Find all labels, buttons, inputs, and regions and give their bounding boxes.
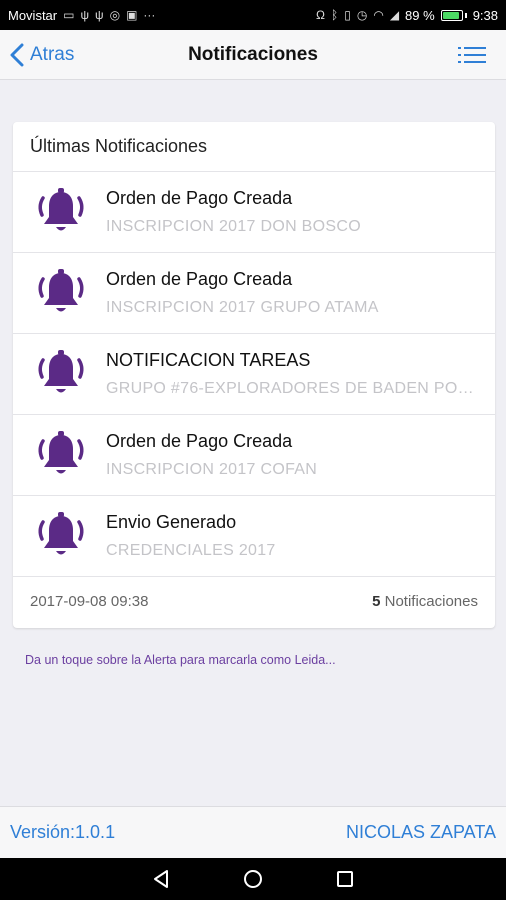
usb-icon: ψ (80, 8, 90, 22)
vibrate-icon: ▯ (344, 8, 351, 22)
more-icon: ··· (143, 8, 156, 22)
notification-title: Orden de Pago Creada (106, 431, 293, 451)
page-title: Notificaciones (188, 43, 318, 65)
notification-title: NOTIFICACION TAREAS (106, 350, 311, 370)
wifi-icon: ◠ (373, 8, 384, 22)
notifications-card: Últimas Notificaciones Orden de Pago Cre… (13, 122, 495, 628)
image-icon: ▣ (126, 8, 138, 22)
card-footer: 2017-09-08 09:38 5 Notificaciones (13, 577, 495, 626)
notification-count: 5 Notificaciones (372, 593, 478, 610)
notification-item[interactable]: NOTIFICACION TAREAS GRUPO #76-EXPLORADORE… (13, 334, 495, 415)
notification-subtitle: INSCRIPCION 2017 DON BOSCO (106, 218, 361, 235)
notification-item[interactable]: Orden de Pago Creada INSCRIPCION 2017 COF… (13, 415, 495, 496)
clock: 9:38 (472, 7, 498, 23)
bluetooth-icon: ᛒ (331, 8, 339, 22)
notification-title: Orden de Pago Creada (106, 269, 293, 289)
notification-title: Envio Generado (106, 512, 237, 532)
headset-icon: Ω (316, 8, 326, 22)
nav-bar: Atras Notificaciones (0, 30, 506, 80)
status-bar: Movistar ▭ ψ ψ ◎ ▣ ··· Ω ᛒ ▯ ◷ ◠ ◢ 89 % … (0, 0, 506, 30)
bell-ringing-icon (13, 510, 106, 562)
count-number: 5 (372, 593, 381, 610)
count-label: Notificaciones (384, 593, 478, 610)
system-nav-bar (0, 858, 506, 900)
battery-icon (440, 9, 467, 21)
notification-subtitle: INSCRIPCION 2017 COFAN (106, 461, 318, 478)
card-header: Últimas Notificaciones (13, 122, 495, 172)
chevron-left-icon (10, 43, 24, 67)
back-triangle-icon[interactable] (150, 868, 172, 890)
whatsapp-icon: ◎ (109, 8, 121, 22)
bottom-bar: Versión:1.0.1 NICOLAS ZAPATA (0, 806, 506, 858)
notification-subtitle: INSCRIPCION 2017 GRUPO ATAMA (106, 299, 379, 316)
carrier-label: Movistar (8, 7, 58, 23)
signal-icon: ◢ (389, 8, 400, 22)
bell-ringing-icon (13, 429, 106, 481)
alarm-icon: ◷ (356, 8, 368, 22)
usb-icon: ψ (95, 8, 104, 22)
bell-ringing-icon (13, 348, 106, 400)
notification-subtitle: CREDENCIALES 2017 (106, 542, 276, 559)
back-label: Atras (30, 44, 75, 65)
version-label[interactable]: Versión:1.0.1 (10, 822, 115, 843)
back-button[interactable]: Atras (10, 30, 74, 80)
notification-item[interactable]: Envio Generado CREDENCIALES 2017 (13, 496, 495, 577)
recents-square-icon[interactable] (334, 868, 356, 890)
user-name[interactable]: NICOLAS ZAPATA (346, 822, 496, 843)
notification-title: Orden de Pago Creada (106, 188, 293, 208)
bell-ringing-icon (13, 267, 106, 319)
bell-ringing-icon (13, 186, 106, 238)
sim-icon: ▭ (63, 8, 75, 22)
notification-item[interactable]: Orden de Pago Creada INSCRIPCION 2017 DON… (13, 172, 495, 253)
hint-text: Da un toque sobre la Alerta para marcarl… (25, 653, 336, 667)
battery-percent: 89 % (405, 7, 435, 23)
footer-date: 2017-09-08 09:38 (30, 593, 149, 610)
notification-subtitle: GRUPO #76-EXPLORADORES DE BADEN POWELL (106, 380, 483, 397)
home-circle-icon[interactable] (242, 868, 264, 890)
notification-item[interactable]: Orden de Pago Creada INSCRIPCION 2017 GRU… (13, 253, 495, 334)
list-menu-icon[interactable] (458, 46, 486, 64)
